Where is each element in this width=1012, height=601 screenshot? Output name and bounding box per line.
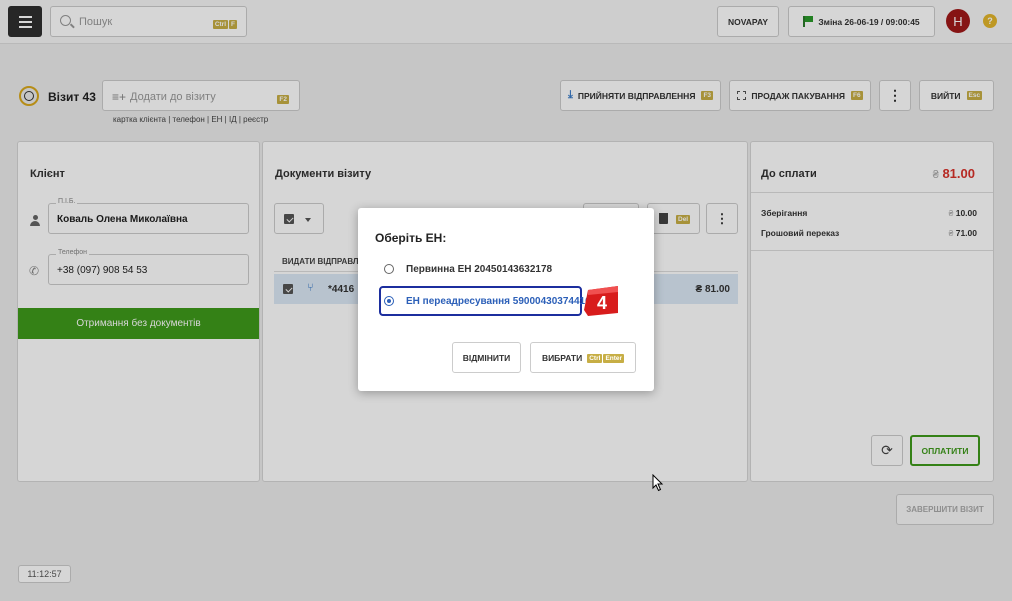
option-label: Первинна ЕН 20450143632178	[406, 264, 553, 275]
dialog-title: Оберіть ЕН:	[375, 231, 447, 245]
radio-button-selected[interactable]	[384, 296, 394, 306]
select-waybill-dialog: Оберіть ЕН: Первинна ЕН 20450143632178 Е…	[358, 208, 654, 391]
choose-button[interactable]: ВИБРАТИ Ctrl Enter	[530, 342, 636, 373]
choose-shortcut: Ctrl Enter	[586, 352, 625, 363]
radio-button[interactable]	[384, 264, 394, 274]
cancel-button[interactable]: ВІДМІНИТИ	[452, 342, 521, 373]
choose-label: ВИБРАТИ	[541, 352, 583, 363]
shortcut-key: Ctrl	[587, 354, 603, 363]
shortcut-key: Enter	[603, 354, 625, 363]
step-number-badge: 4	[584, 286, 618, 316]
mouse-cursor-icon	[652, 474, 664, 492]
badge-number: 4	[597, 293, 607, 313]
option-label: ЕН переадресування 59000430374416	[406, 296, 591, 307]
